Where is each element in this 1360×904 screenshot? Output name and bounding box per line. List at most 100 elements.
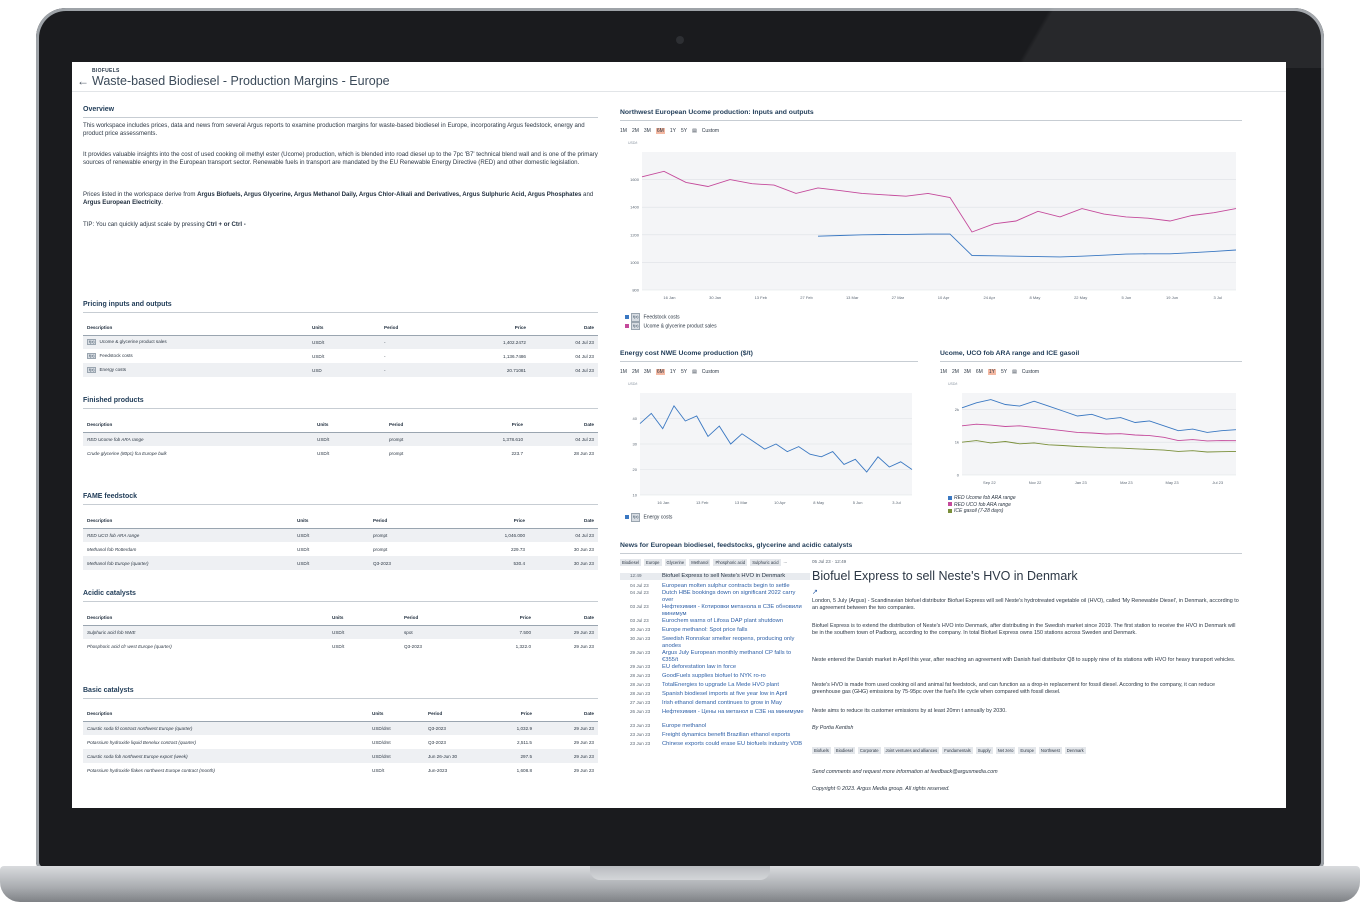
article-tag[interactable]: Biodiesel — [833, 747, 855, 754]
range-1m-button[interactable]: 1M — [620, 369, 627, 375]
table-row[interactable]: Potassium hydroxide flakes northwest Eur… — [83, 763, 598, 777]
external-link-icon[interactable]: ↗ — [812, 588, 818, 596]
legend-item[interactable]: ICE gasoil (7-28 days) — [948, 508, 1016, 515]
calendar-icon[interactable]: ▤ — [1012, 369, 1017, 375]
table-row[interactable]: f(x) Feedstock costs USD/t - 1,136.7486 04 Ju… — [83, 349, 598, 363]
news-item[interactable]: 03 Jul 23 Eurochem warns of Lifosa DAP pl… — [620, 618, 810, 625]
table-row[interactable]: RED UCO fob ARA range USD/t prompt 1,046.00… — [83, 528, 598, 542]
legend-item[interactable]: f(x) Energy costs — [625, 513, 672, 522]
news-link[interactable]: European molten sulphur contracts begin … — [662, 583, 808, 590]
article-tag[interactable]: Net zero — [995, 747, 1016, 754]
chart-2-units: USD/t — [628, 382, 638, 386]
news-item[interactable]: 28 Jun 23 Spanish biodiesel imports at fi… — [620, 691, 810, 698]
news-item[interactable]: 23 Jun 23 Freight dynamics benefit Brazil… — [620, 732, 810, 739]
range-2m-button[interactable]: 2M — [632, 369, 639, 375]
news-link[interactable]: Argus July European monthly methanol CP … — [662, 650, 808, 664]
news-link[interactable]: Spanish biodiesel imports at five year l… — [662, 691, 808, 698]
article-tag[interactable]: Northwest — [1038, 747, 1062, 754]
article-tag[interactable]: Corporate — [857, 747, 881, 754]
news-item[interactable]: 03 Jul 23 Нефтехимия - Котировки метанола… — [620, 604, 810, 618]
news-item[interactable]: 29 Jun 23 EU deforestation law in force — [620, 664, 810, 671]
filter-tag-glycerine[interactable]: Glycerine — [664, 559, 687, 566]
range-2m-button[interactable]: 2M — [632, 128, 639, 134]
news-link[interactable]: Eurochem warns of Lifosa DAP plant shutd… — [662, 618, 808, 625]
range-1m-button[interactable]: 1M — [620, 128, 627, 134]
news-link[interactable]: Biofuel Express to sell Neste's HVO in D… — [662, 573, 808, 580]
table-row[interactable]: RED Ucome fob ARA range USD/t prompt 1,378.… — [83, 432, 598, 446]
news-item[interactable]: 30 Jun 23 Europe methanol: Spot price fal… — [620, 627, 810, 634]
filter-tag-sulphuric-acid[interactable]: Sulphuric acid — [750, 559, 781, 566]
table-row[interactable]: Potassium hydroxide liquid Benelux contr… — [83, 735, 598, 749]
legend-swatch — [625, 515, 629, 520]
news-link[interactable]: Нефтехимия - Котировки метанола в СЗЕ об… — [662, 604, 808, 618]
table-row[interactable]: Caustic soda fd contract northwest Europ… — [83, 721, 598, 735]
news-link[interactable]: Europe methanol — [662, 723, 808, 730]
range-custom-button[interactable]: Custom — [702, 128, 719, 134]
cell-date: 04 Jul 23 — [530, 335, 598, 349]
range-5y-button[interactable]: 5Y — [1001, 369, 1007, 375]
filter-tag-phosphoric-acid[interactable]: Phosphoric acid — [713, 559, 748, 566]
news-link[interactable]: Dutch HBE bookings down on significant 2… — [662, 590, 808, 604]
article-tag[interactable]: Joint ventures and alliances — [883, 747, 940, 754]
table-row[interactable]: Methanol fob Rotterdam USD/t prompt 229.73 3… — [83, 542, 598, 556]
news-item[interactable]: 04 Jul 23 European molten sulphur contrac… — [620, 583, 810, 590]
article-tag[interactable]: Denmark — [1064, 747, 1086, 754]
cell-date: 29 Jun 23 — [573, 643, 594, 649]
filter-tag-methanol[interactable]: Methanol — [689, 559, 711, 566]
table-row[interactable]: Methanol fob Europe (quarter) USD/t Q3-202… — [83, 556, 598, 570]
filter-tag-biodiesel[interactable]: Biodiesel — [620, 559, 641, 566]
calendar-icon[interactable]: ▤ — [692, 369, 697, 375]
news-link[interactable]: Chinese exports could erase EU biofuels … — [662, 741, 808, 748]
news-link[interactable]: EU deforestation law in force — [662, 664, 808, 671]
article-tag[interactable]: Fundamentals — [942, 747, 973, 754]
laptop-base — [0, 866, 1360, 902]
news-item[interactable]: 28 Jun 23 TotalEnergies to upgrade La Med… — [620, 682, 810, 689]
news-link[interactable]: TotalEnergies to upgrade La Mede HVO pla… — [662, 682, 808, 689]
news-item[interactable]: 26 Jun 23 Нефтехимия - Цены на метанол в … — [620, 709, 810, 716]
range-1y-button[interactable]: 1Y — [987, 369, 996, 375]
news-link[interactable]: Freight dynamics benefit Brazilian ethan… — [662, 732, 808, 739]
news-link[interactable]: GoodFuels supplies biofuel to NYK ro-ro — [662, 673, 808, 680]
table-row[interactable]: Crude glycerine (80pc) fca Europe bulk US… — [83, 446, 598, 460]
article-tag[interactable]: Europe — [1018, 747, 1036, 754]
news-link[interactable]: Нефтехимия - Цены на метанол в СЗЕ на ми… — [662, 709, 808, 716]
legend-item[interactable]: f(x) Feedstock costs — [625, 313, 717, 322]
calendar-icon[interactable]: ▤ — [692, 128, 697, 134]
range-1y-button[interactable]: 1Y — [670, 128, 676, 134]
news-item[interactable]: 27 Jun 23 Irish ethanol demand continues … — [620, 700, 810, 707]
news-link[interactable]: Swedish Ronnskar smelter reopens, produc… — [662, 636, 808, 650]
news-item[interactable]: 30 Jun 23 Swedish Ronnskar smelter reopen… — [620, 636, 810, 650]
range-5y-button[interactable]: 5Y — [681, 369, 687, 375]
article-tag[interactable]: Biofuels — [812, 747, 831, 754]
range-custom-button[interactable]: Custom — [702, 369, 719, 375]
table-row[interactable]: Sulphuric acid fob NWE USD/t spot 7.500 29 J… — [83, 625, 598, 639]
range-2m-button[interactable]: 2M — [952, 369, 959, 375]
news-link[interactable]: Europe methanol: Spot price falls — [662, 627, 808, 634]
range-5y-button[interactable]: 5Y — [681, 128, 687, 134]
legend-item[interactable]: f(x) Ucome & glycerine product sales — [625, 321, 717, 330]
range-1y-button[interactable]: 1Y — [670, 369, 676, 375]
range-6m-button[interactable]: 6M — [655, 369, 665, 375]
table-row[interactable]: f(x) Ucome & glycerine product sales USD/t… — [83, 335, 598, 349]
news-item[interactable]: 23 Jun 23 Chinese exports could erase EU … — [620, 741, 810, 748]
table-row[interactable]: f(x) Energy costs USD -20.71081 04 Jul 23 — [83, 363, 598, 377]
more-filters-button[interactable]: ... — [784, 559, 788, 566]
range-6m-button[interactable]: 6M — [655, 128, 665, 134]
news-item[interactable]: 29 Jun 23 Argus July European monthly met… — [620, 650, 810, 664]
range-3m-button[interactable]: 3M — [644, 128, 651, 134]
back-arrow-icon[interactable]: ← — [77, 74, 89, 88]
news-link[interactable]: Irish ethanol demand continues to grow i… — [662, 700, 808, 707]
table-row[interactable]: Phosphoric acid cfr west Europe (quarter… — [83, 639, 598, 653]
range-6m-button[interactable]: 6M — [976, 369, 983, 375]
news-item[interactable]: 04 Jul 23 Dutch HBE bookings down on sign… — [620, 590, 810, 604]
range-custom-button[interactable]: Custom — [1022, 369, 1039, 375]
news-item[interactable]: 28 Jun 23 GoodFuels supplies biofuel to N… — [620, 673, 810, 680]
filter-tag-europe[interactable]: Europe — [644, 559, 662, 566]
news-item[interactable]: 23 Jun 23 Europe methanol — [620, 723, 810, 730]
range-3m-button[interactable]: 3M — [964, 369, 971, 375]
range-3m-button[interactable]: 3M — [644, 369, 651, 375]
range-1m-button[interactable]: 1M — [940, 369, 947, 375]
news-item[interactable]: 12:49 Biofuel Express to sell Neste's HVO… — [620, 573, 810, 580]
article-tag[interactable]: Supply — [975, 747, 993, 754]
table-row[interactable]: Caustic soda fob northwest Europe export… — [83, 749, 598, 763]
